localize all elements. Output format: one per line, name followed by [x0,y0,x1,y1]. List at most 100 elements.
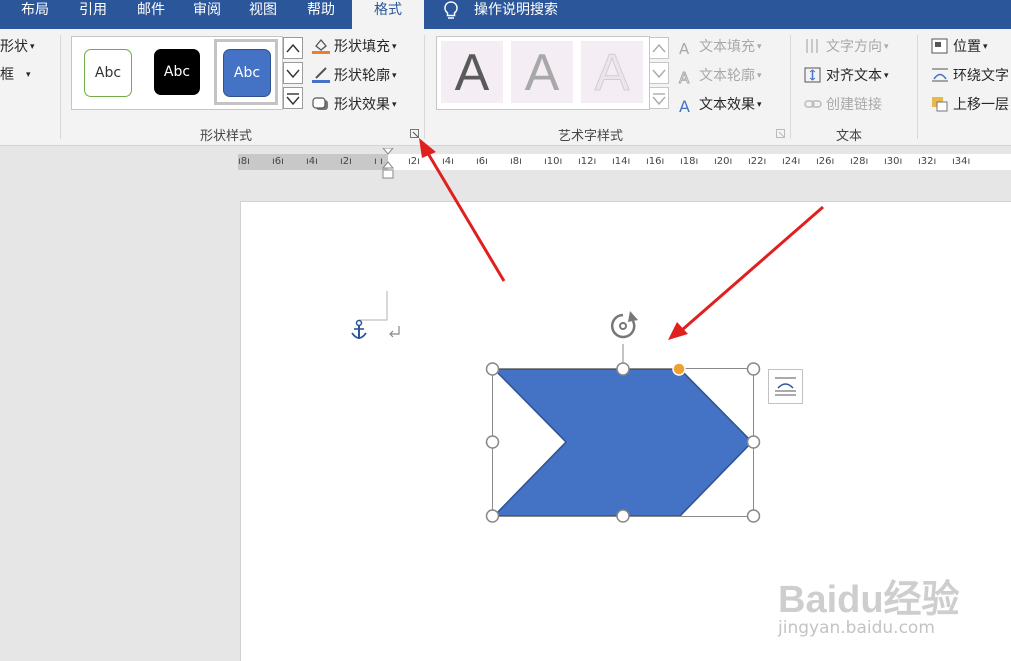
dropdown-arrow-icon: ▾ [392,100,397,110]
indent-markers[interactable] [381,148,395,180]
text-effects-label: 文本效果 [699,97,755,113]
create-link-label: 创建链接 [826,97,882,113]
text-outline-icon: A [679,69,690,88]
resize-handle-right[interactable] [746,435,761,449]
gallery-scroll-down[interactable] [283,62,303,84]
wordart-gallery: A A A [436,36,650,110]
chevron-more-icon [652,93,666,106]
chevron-down-icon [286,69,300,79]
group-divider [790,35,791,139]
ruler-tick-label: ı8ı [238,156,250,167]
wrap-text-button[interactable]: 环绕文字 [931,66,1009,86]
shape-effects-button[interactable]: 形状效果 ▾ [312,95,397,115]
wordart-style-dark[interactable]: A [441,41,503,103]
tab-layout[interactable]: 布局 [6,0,64,29]
ribbon: 形状 ▾ 框 ▾ Abc Abc Abc 形状填充 ▾ 形状轮廓 ▾ 形状效果 ▾ 形状样… [0,29,1011,146]
annotation-arrowhead [419,138,436,158]
annotation-arrow-to-launcher [424,149,506,282]
dropdown-arrow-icon: ▾ [757,42,762,52]
text-fill-icon: A [679,40,690,58]
group-divider [60,35,61,139]
bring-forward-icon [932,97,948,112]
layout-options-button[interactable] [768,369,803,404]
ruler-tick-label: ı28ı [850,156,869,167]
chevron-shape[interactable] [492,368,754,517]
text-direction-button[interactable]: 文字方向 ▾ [804,37,889,57]
shape-styles-group-label: 形状样式 [200,129,253,144]
text-fill-button[interactable]: A 文本填充 ▾ [679,37,762,58]
dropdown-arrow-icon: ▾ [884,42,889,52]
anchor-icon [351,319,367,339]
tab-references[interactable]: 引用 [64,0,122,29]
text-direction-icon [806,39,818,53]
bring-forward-button[interactable]: 上移一层 [931,95,1009,115]
shape-outline-label: 形状轮廓 [334,68,390,84]
pen-outline-icon [312,67,330,83]
textbox-label: 框 [0,67,14,83]
resize-handle-top-left[interactable] [485,362,500,376]
shape-style-option-outline[interactable]: Abc [84,49,132,97]
gallery-more-button[interactable] [283,87,303,109]
annotation-arrows [419,138,824,340]
bring-forward-label: 上移一层 [953,97,1009,113]
tab-review[interactable]: 审阅 [178,0,236,29]
adjust-handle[interactable] [672,362,686,376]
chevron-up-icon [652,43,666,53]
chevron-more-icon [286,93,300,106]
textbox-button[interactable]: 框 ▾ [0,65,31,85]
resize-handle-left[interactable] [485,435,500,449]
resize-handle-bottom-left[interactable] [485,509,500,523]
resize-handle-top-right[interactable] [746,362,761,376]
shape-styles-gallery: Abc Abc Abc [71,36,283,110]
wordart-style-grey[interactable]: A [511,41,573,103]
annotation-arrowhead [668,322,688,340]
text-direction-label: 文字方向 [826,39,882,55]
group-divider [424,35,425,139]
wordart-more-button[interactable] [649,87,669,109]
tab-view[interactable]: 视图 [234,0,292,29]
dropdown-arrow-icon: ▾ [392,71,397,81]
watermark-url: jingyan.baidu.com [778,618,935,638]
align-text-button[interactable]: 对齐文本 ▾ [804,66,889,86]
align-text-label: 对齐文本 [826,68,882,84]
resize-handle-bottom[interactable] [616,509,630,523]
tab-format[interactable]: 格式 [352,0,424,30]
text-effects-icon: A [679,97,690,116]
resize-handle-top[interactable] [616,362,630,376]
tab-mailings[interactable]: 邮件 [122,0,180,29]
shape-style-option-black[interactable]: Abc [154,49,200,95]
tell-me-label: 操作说明搜索 [474,2,558,18]
ruler-tick-label: ı6ı [272,156,284,167]
annotation-arrow-to-shape [681,205,824,332]
shape-effects-label: 形状效果 [334,97,390,113]
ruler-tick-label: ı34ı [952,156,971,167]
paragraph-markers [351,291,400,339]
dropdown-arrow-icon: ▾ [884,71,889,81]
wrap-text-label: 环绕文字 [953,68,1009,84]
text-fill-label: 文本填充 [699,39,755,55]
wordart-scroll-up[interactable] [649,37,669,59]
tab-help[interactable]: 帮助 [292,0,350,29]
shape-style-option-blue[interactable]: Abc [223,49,271,97]
dropdown-arrow-icon: ▾ [392,42,397,52]
resize-handle-bottom-right[interactable] [746,509,761,523]
wordart-scroll-down[interactable] [649,62,669,84]
shape-fill-button[interactable]: 形状填充 ▾ [312,37,397,57]
text-outline-button[interactable]: A 文本轮廓 ▾ [679,66,762,88]
baidu-watermark: Baidu经验 jingyan.baidu.com [778,560,1008,660]
shape-outline-button[interactable]: 形状轮廓 ▾ [312,66,397,86]
align-text-icon [804,67,821,83]
edit-shape-button[interactable]: 形状 ▾ [0,37,35,57]
text-outline-label: 文本轮廓 [699,68,755,84]
text-effects-button[interactable]: A 文本效果 ▾ [679,95,762,116]
create-link-button[interactable]: 创建链接 [804,95,882,115]
paragraph-mark-icon [389,326,400,338]
position-label: 位置 [953,39,981,55]
dropdown-arrow-icon: ▾ [26,70,31,80]
gallery-scroll-up[interactable] [283,37,303,59]
ruler-tick-label: ı32ı [918,156,937,167]
link-icon [804,100,822,108]
wordart-style-light[interactable]: A [581,41,643,103]
dropdown-arrow-icon: ▾ [757,71,762,81]
position-button[interactable]: 位置 ▾ [931,37,988,57]
